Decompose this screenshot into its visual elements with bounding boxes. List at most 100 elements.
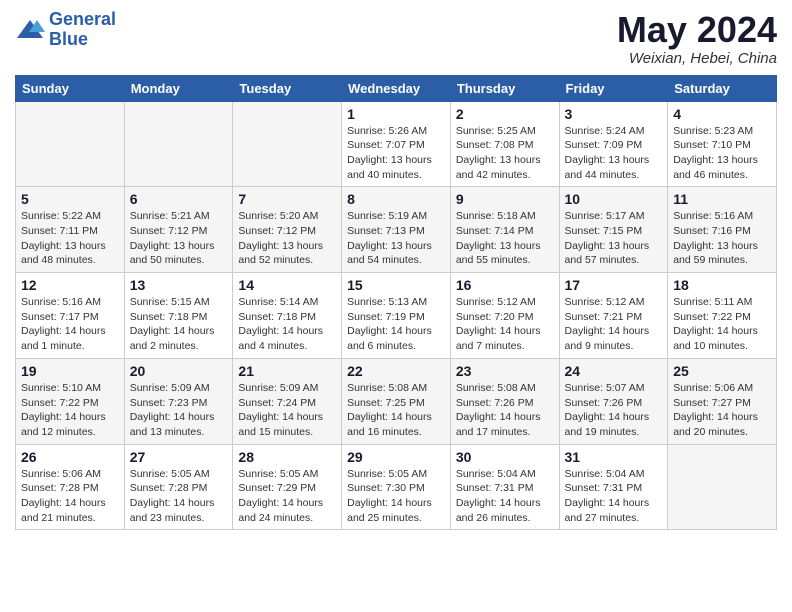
day-info: Sunrise: 5:12 AM Sunset: 7:21 PM Dayligh… (565, 295, 663, 354)
day-number: 10 (565, 191, 663, 207)
day-number: 19 (21, 363, 119, 379)
day-info: Sunrise: 5:24 AM Sunset: 7:09 PM Dayligh… (565, 124, 663, 183)
header: General Blue May 2024 Weixian, Hebei, Ch… (15, 10, 777, 67)
day-number: 7 (238, 191, 336, 207)
calendar-cell: 2 Sunrise: 5:25 AM Sunset: 7:08 PM Daylig… (450, 101, 559, 187)
weekday-header-wednesday: Wednesday (342, 75, 451, 101)
day-info: Sunrise: 5:13 AM Sunset: 7:19 PM Dayligh… (347, 295, 445, 354)
day-info: Sunrise: 5:05 AM Sunset: 7:28 PM Dayligh… (130, 467, 228, 526)
logo-line1: General (49, 9, 116, 29)
day-number: 26 (21, 449, 119, 465)
calendar-cell: 27 Sunrise: 5:05 AM Sunset: 7:28 PM Dayli… (124, 444, 233, 530)
calendar-cell: 11 Sunrise: 5:16 AM Sunset: 7:16 PM Dayli… (668, 187, 777, 273)
calendar-cell: 16Sunrise: 5:12 AM Sunset: 7:20 PM Dayli… (450, 273, 559, 359)
logo: General Blue (15, 10, 116, 50)
day-number: 30 (456, 449, 554, 465)
calendar-cell (233, 101, 342, 187)
location: Weixian, Hebei, China (617, 50, 777, 67)
calendar-cell: 1 Sunrise: 5:26 AM Sunset: 7:07 PM Daylig… (342, 101, 451, 187)
day-info: Sunrise: 5:18 AM Sunset: 7:14 PM Dayligh… (456, 209, 554, 268)
day-number: 14 (238, 277, 336, 293)
day-number: 6 (130, 191, 228, 207)
day-info: Sunrise: 5:12 AM Sunset: 7:20 PM Dayligh… (456, 295, 554, 354)
weekday-header-monday: Monday (124, 75, 233, 101)
calendar-cell: 17 Sunrise: 5:12 AM Sunset: 7:21 PM Dayli… (559, 273, 668, 359)
day-number: 27 (130, 449, 228, 465)
logo-line2: Blue (49, 29, 88, 49)
day-number: 21 (238, 363, 336, 379)
month-title: May 2024 (617, 10, 777, 50)
calendar-cell: 21Sunrise: 5:09 AM Sunset: 7:24 PM Dayli… (233, 358, 342, 444)
day-info: Sunrise: 5:09 AM Sunset: 7:23 PM Dayligh… (130, 381, 228, 440)
day-number: 17 (565, 277, 663, 293)
day-info: Sunrise: 5:22 AM Sunset: 7:11 PM Dayligh… (21, 209, 119, 268)
day-info: Sunrise: 5:26 AM Sunset: 7:07 PM Dayligh… (347, 124, 445, 183)
day-number: 4 (673, 106, 771, 122)
week-row-4: 19 Sunrise: 5:10 AM Sunset: 7:22 PM Dayli… (16, 358, 777, 444)
day-info: Sunrise: 5:07 AM Sunset: 7:26 PM Dayligh… (565, 381, 663, 440)
day-info: Sunrise: 5:06 AM Sunset: 7:27 PM Dayligh… (673, 381, 771, 440)
day-info: Sunrise: 5:17 AM Sunset: 7:15 PM Dayligh… (565, 209, 663, 268)
calendar-cell: 7 Sunrise: 5:20 AM Sunset: 7:12 PM Daylig… (233, 187, 342, 273)
day-number: 1 (347, 106, 445, 122)
calendar-cell: 4 Sunrise: 5:23 AM Sunset: 7:10 PM Daylig… (668, 101, 777, 187)
day-info: Sunrise: 5:20 AM Sunset: 7:12 PM Dayligh… (238, 209, 336, 268)
day-info: Sunrise: 5:15 AM Sunset: 7:18 PM Dayligh… (130, 295, 228, 354)
page-container: General Blue May 2024 Weixian, Hebei, Ch… (0, 0, 792, 540)
day-info: Sunrise: 5:10 AM Sunset: 7:22 PM Dayligh… (21, 381, 119, 440)
day-info: Sunrise: 5:16 AM Sunset: 7:16 PM Dayligh… (673, 209, 771, 268)
day-number: 2 (456, 106, 554, 122)
day-number: 13 (130, 277, 228, 293)
calendar-cell: 13 Sunrise: 5:15 AM Sunset: 7:18 PM Dayli… (124, 273, 233, 359)
weekday-header-tuesday: Tuesday (233, 75, 342, 101)
day-info: Sunrise: 5:25 AM Sunset: 7:08 PM Dayligh… (456, 124, 554, 183)
calendar-cell (124, 101, 233, 187)
calendar: SundayMondayTuesdayWednesdayThursdayFrid… (15, 75, 777, 531)
day-info: Sunrise: 5:16 AM Sunset: 7:17 PM Dayligh… (21, 295, 119, 354)
logo-text: General Blue (49, 10, 116, 50)
day-number: 22 (347, 363, 445, 379)
calendar-cell: 30 Sunrise: 5:04 AM Sunset: 7:31 PM Dayli… (450, 444, 559, 530)
day-info: Sunrise: 5:19 AM Sunset: 7:13 PM Dayligh… (347, 209, 445, 268)
day-number: 25 (673, 363, 771, 379)
calendar-cell: 3 Sunrise: 5:24 AM Sunset: 7:09 PM Daylig… (559, 101, 668, 187)
calendar-cell: 22Sunrise: 5:08 AM Sunset: 7:25 PM Dayli… (342, 358, 451, 444)
day-number: 18 (673, 277, 771, 293)
week-row-5: 26Sunrise: 5:06 AM Sunset: 7:28 PM Dayli… (16, 444, 777, 530)
day-info: Sunrise: 5:21 AM Sunset: 7:12 PM Dayligh… (130, 209, 228, 268)
calendar-cell (16, 101, 125, 187)
weekday-header-friday: Friday (559, 75, 668, 101)
day-number: 3 (565, 106, 663, 122)
day-number: 11 (673, 191, 771, 207)
day-number: 15 (347, 277, 445, 293)
calendar-cell: 8Sunrise: 5:19 AM Sunset: 7:13 PM Daylig… (342, 187, 451, 273)
calendar-cell: 26Sunrise: 5:06 AM Sunset: 7:28 PM Dayli… (16, 444, 125, 530)
logo-icon (15, 18, 45, 42)
day-info: Sunrise: 5:04 AM Sunset: 7:31 PM Dayligh… (456, 467, 554, 526)
day-info: Sunrise: 5:05 AM Sunset: 7:29 PM Dayligh… (238, 467, 336, 526)
day-number: 28 (238, 449, 336, 465)
week-row-3: 12Sunrise: 5:16 AM Sunset: 7:17 PM Dayli… (16, 273, 777, 359)
day-number: 9 (456, 191, 554, 207)
calendar-cell (668, 444, 777, 530)
day-info: Sunrise: 5:23 AM Sunset: 7:10 PM Dayligh… (673, 124, 771, 183)
calendar-cell: 19 Sunrise: 5:10 AM Sunset: 7:22 PM Dayli… (16, 358, 125, 444)
calendar-cell: 14Sunrise: 5:14 AM Sunset: 7:18 PM Dayli… (233, 273, 342, 359)
day-info: Sunrise: 5:11 AM Sunset: 7:22 PM Dayligh… (673, 295, 771, 354)
calendar-cell: 29Sunrise: 5:05 AM Sunset: 7:30 PM Dayli… (342, 444, 451, 530)
week-row-2: 5 Sunrise: 5:22 AM Sunset: 7:11 PM Daylig… (16, 187, 777, 273)
calendar-cell: 12Sunrise: 5:16 AM Sunset: 7:17 PM Dayli… (16, 273, 125, 359)
calendar-cell: 5 Sunrise: 5:22 AM Sunset: 7:11 PM Daylig… (16, 187, 125, 273)
calendar-cell: 20Sunrise: 5:09 AM Sunset: 7:23 PM Dayli… (124, 358, 233, 444)
calendar-cell: 25 Sunrise: 5:06 AM Sunset: 7:27 PM Dayli… (668, 358, 777, 444)
day-number: 24 (565, 363, 663, 379)
calendar-cell: 9 Sunrise: 5:18 AM Sunset: 7:14 PM Daylig… (450, 187, 559, 273)
calendar-cell: 23Sunrise: 5:08 AM Sunset: 7:26 PM Dayli… (450, 358, 559, 444)
calendar-cell: 10 Sunrise: 5:17 AM Sunset: 7:15 PM Dayli… (559, 187, 668, 273)
weekday-header-thursday: Thursday (450, 75, 559, 101)
day-number: 23 (456, 363, 554, 379)
title-block: May 2024 Weixian, Hebei, China (617, 10, 777, 67)
day-number: 5 (21, 191, 119, 207)
weekday-header-row: SundayMondayTuesdayWednesdayThursdayFrid… (16, 75, 777, 101)
calendar-cell: 28 Sunrise: 5:05 AM Sunset: 7:29 PM Dayli… (233, 444, 342, 530)
